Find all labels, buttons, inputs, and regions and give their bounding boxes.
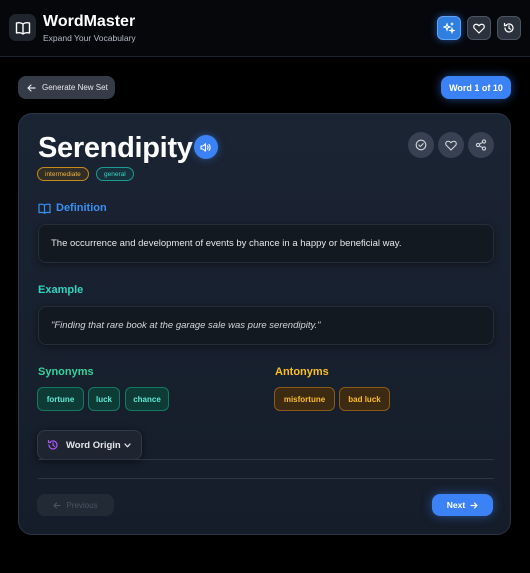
synonym-chip[interactable]: chance xyxy=(125,387,169,411)
share-icon xyxy=(475,139,487,151)
app-subtitle: Expand Your Vocabulary xyxy=(43,33,136,43)
divider xyxy=(38,459,494,460)
previous-label: Previous xyxy=(66,500,98,510)
arrow-left-icon xyxy=(27,83,36,92)
history-button[interactable] xyxy=(497,16,521,40)
share-button[interactable] xyxy=(468,132,494,158)
antonym-chip[interactable]: misfortune xyxy=(274,387,335,411)
book-icon xyxy=(9,14,36,41)
app-title: WordMaster xyxy=(43,13,136,30)
level-tag: intermediate xyxy=(37,167,89,181)
speaker-icon xyxy=(200,142,211,152)
previous-button[interactable]: Previous xyxy=(37,494,114,516)
generate-mode-button[interactable] xyxy=(437,16,461,40)
history-icon xyxy=(47,439,58,450)
arrow-left-icon xyxy=(53,501,61,509)
favorite-word-button[interactable] xyxy=(438,132,464,158)
antonym-chip[interactable]: bad luck xyxy=(339,387,390,411)
category-tag: general xyxy=(96,167,134,181)
word-origin-label: Word Origin xyxy=(66,439,121,451)
antonyms-heading: Antonyms xyxy=(275,366,329,378)
synonym-chip[interactable]: luck xyxy=(88,387,120,411)
mark-learned-button[interactable] xyxy=(408,132,434,158)
favorites-button[interactable] xyxy=(467,16,491,40)
heart-icon xyxy=(445,140,457,151)
word-title: Serendipity xyxy=(38,132,193,164)
history-icon xyxy=(503,22,514,33)
sparkles-icon xyxy=(443,22,455,34)
next-button[interactable]: Next xyxy=(432,494,493,516)
example-text: "Finding that rare book at the garage sa… xyxy=(38,306,494,345)
divider xyxy=(38,478,494,479)
next-label: Next xyxy=(446,500,466,510)
chevron-down-icon xyxy=(124,442,131,447)
book-open-icon xyxy=(38,203,51,214)
arrow-right-icon xyxy=(470,501,478,509)
app-header: WordMaster Expand Your Vocabulary xyxy=(0,0,530,57)
generate-new-set-button[interactable]: Generate New Set xyxy=(18,76,115,99)
example-heading: Example xyxy=(38,284,84,296)
synonyms-heading: Synonyms xyxy=(38,366,94,378)
definition-text: The occurrence and development of events… xyxy=(38,224,494,263)
check-circle-icon xyxy=(415,139,427,151)
definition-heading-label: Definition xyxy=(56,202,107,214)
definition-heading: Definition xyxy=(38,202,107,214)
synonym-chip[interactable]: fortune xyxy=(37,387,84,411)
word-origin-toggle[interactable]: Word Origin xyxy=(37,430,142,460)
heart-icon xyxy=(473,23,485,34)
generate-new-set-label: Generate New Set xyxy=(42,83,108,92)
word-counter-badge: Word 1 of 10 xyxy=(441,76,511,99)
pronounce-button[interactable] xyxy=(194,135,218,159)
word-card: Serendipity intermediate general Definit… xyxy=(18,113,511,535)
